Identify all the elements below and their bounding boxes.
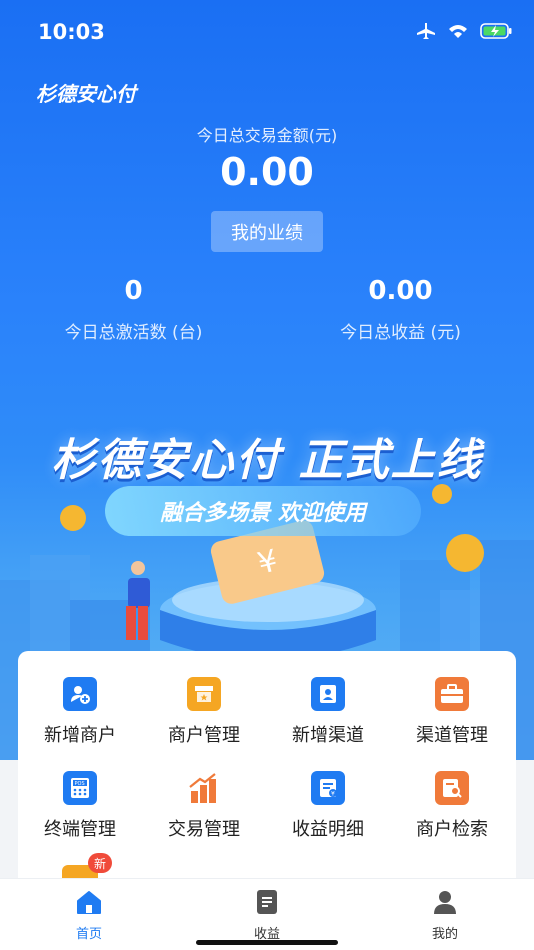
status-bar: 10:03 (0, 0, 534, 64)
search-merchant-icon (435, 771, 469, 805)
income-detail-icon: ¥ (311, 771, 345, 805)
home-icon (77, 891, 101, 914)
user-icon (434, 891, 456, 914)
grid-label: 交易管理 (168, 819, 240, 840)
bar-chart-icon (187, 771, 221, 805)
tab-label: 首页 (75, 927, 102, 942)
my-performance-button[interactable]: 我的业绩 (211, 211, 323, 252)
battery-charging-icon (480, 23, 512, 39)
grid-item-terminal-management[interactable]: POS 终端管理 (18, 771, 142, 841)
income-label: 今日总收益 (元) (340, 323, 461, 343)
grid-label: 收益明细 (292, 819, 364, 840)
grid-item-channel-management[interactable]: 渠道管理 (390, 677, 514, 747)
tab-home[interactable]: 首页 (49, 889, 129, 942)
grid-item-income-detail[interactable]: ¥ 收益明细 (266, 771, 390, 841)
activation-stat: 0 今日总激活数 (台) (0, 276, 267, 343)
grid-item-merchant-search[interactable]: 商户检索 (390, 771, 514, 841)
grid-label: 商户检索 (416, 819, 488, 840)
store-icon (187, 677, 221, 711)
promo-banner[interactable]: 杉德安心付 正式上线 融合多场景 欢迎使用 (0, 360, 534, 660)
grid-label: 渠道管理 (416, 725, 488, 746)
pos-terminal-icon: POS (63, 771, 97, 805)
today-total-value: 0.00 (220, 150, 314, 194)
airplane-icon (417, 23, 435, 39)
income-value: 0.00 (368, 276, 433, 306)
document-icon (257, 890, 277, 914)
status-icons (416, 22, 512, 40)
tab-mine[interactable]: 我的 (405, 889, 485, 942)
tab-label: 我的 (431, 927, 458, 942)
home-indicator (196, 940, 338, 945)
tab-income[interactable]: 收益 (227, 889, 307, 942)
add-channel-icon (311, 677, 345, 711)
status-time: 10:03 (38, 20, 105, 44)
grid-label: 商户管理 (168, 725, 240, 746)
grid-label: 新增渠道 (292, 725, 364, 746)
new-badge: 新 (88, 853, 112, 873)
svg-text:POS: POS (75, 781, 85, 787)
svg-text:¥: ¥ (331, 791, 335, 798)
grid-item-merchant-management[interactable]: 商户管理 (142, 677, 266, 747)
grid-item-add-channel[interactable]: 新增渠道 (266, 677, 390, 747)
briefcase-icon (435, 677, 469, 711)
banner-title: 杉德安心付 正式上线 (51, 435, 483, 486)
grid-label: 终端管理 (44, 819, 116, 840)
grid-item-transaction-management[interactable]: 交易管理 (142, 771, 266, 841)
banner-subtitle: 融合多场景 欢迎使用 (105, 486, 421, 536)
activation-label: 今日总激活数 (台) (64, 323, 203, 343)
wifi-icon (449, 25, 467, 38)
app-title: 杉德安心付 (36, 82, 136, 106)
today-total-label: 今日总交易金额(元) (196, 126, 338, 145)
activation-count: 0 (124, 276, 143, 306)
add-merchant-icon (63, 677, 97, 711)
income-stat: 0.00 今日总收益 (元) (267, 276, 534, 343)
function-grid: 新增商户 商户管理 新增渠道 渠道管理 POS 终端管理 交易管理 ¥ 收益明细… (18, 651, 516, 901)
grid-label: 新增商户 (44, 725, 116, 746)
grid-item-add-merchant[interactable]: 新增商户 (18, 677, 142, 747)
